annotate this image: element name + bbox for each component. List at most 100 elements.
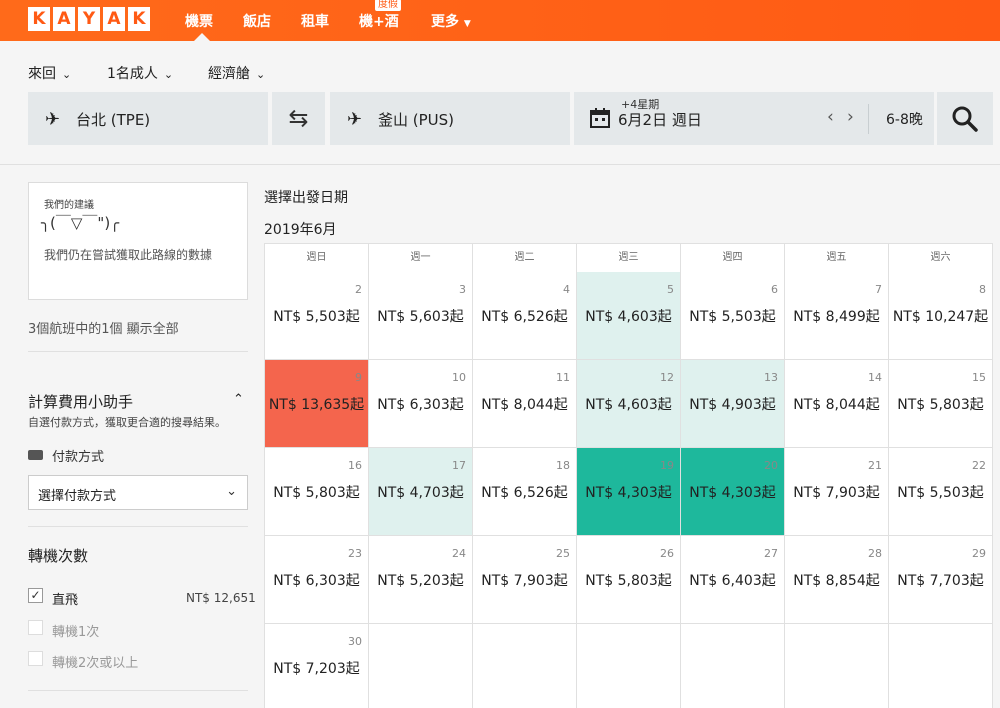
destination-value: 釜山 (PUS) xyxy=(378,111,455,129)
calendar-day-cell[interactable]: 27 NT$ 6,403起 xyxy=(681,536,785,624)
day-number: 9 xyxy=(355,371,362,384)
calendar-day-cell[interactable]: 7 NT$ 8,499起 xyxy=(785,272,889,360)
weekday-header: 週日 週一 週二 週三 週四 週五 週六 xyxy=(264,243,993,273)
calendar-day-cell[interactable]: 26 NT$ 5,803起 xyxy=(577,536,681,624)
calendar-day-cell[interactable]: 17 NT$ 4,703起 xyxy=(369,448,473,536)
travelers-dropdown[interactable]: 1名成人 ⌄ xyxy=(107,63,173,83)
calendar-day-cell[interactable]: 19 NT$ 4,303起 xyxy=(577,448,681,536)
day-number: 26 xyxy=(660,547,674,560)
day-price: NT$ 6,526起 xyxy=(481,485,568,501)
swap-icon[interactable]: ⇆ xyxy=(272,92,325,145)
calendar-day-cell[interactable]: 5 NT$ 4,603起 xyxy=(577,272,681,360)
weekday-label: 週四 xyxy=(681,243,785,273)
calendar-day-cell[interactable]: 6 NT$ 5,503起 xyxy=(681,272,785,360)
trip-type-dropdown[interactable]: 來回 ⌄ xyxy=(28,63,71,83)
day-price: NT$ 4,303起 xyxy=(585,485,672,501)
nav-more[interactable]: 更多 ▼ xyxy=(431,11,471,31)
tip-message: 我們仍在嘗試獲取此路線的數據 xyxy=(44,248,213,262)
calendar-day-cell[interactable]: 18 NT$ 6,526起 xyxy=(473,448,577,536)
divider xyxy=(28,526,248,527)
calendar-day-cell[interactable]: 30 NT$ 7,203起 xyxy=(265,624,369,708)
date-field[interactable]: +4星期 6月2日 週日 ‹ › 6-8晚 xyxy=(574,92,934,145)
show-all-link[interactable]: 3個航班中的1個 顯示全部 xyxy=(28,318,179,337)
chevron-up-icon[interactable]: ⌃ xyxy=(233,392,244,407)
stops-one-checkbox[interactable] xyxy=(28,620,43,635)
day-number: 7 xyxy=(875,283,882,296)
calendar-day-cell[interactable]: 14 NT$ 8,044起 xyxy=(785,360,889,448)
calendar-day-cell[interactable]: 3 NT$ 5,603起 xyxy=(369,272,473,360)
day-price: NT$ 5,603起 xyxy=(377,309,464,325)
calendar-day-cell[interactable]: 29 NT$ 7,703起 xyxy=(889,536,993,624)
trip-type-label: 來回 xyxy=(28,66,56,82)
weekday-label: 週二 xyxy=(473,243,577,273)
stops-nonstop-checkbox[interactable]: ✓ xyxy=(28,588,43,603)
calendar-day-cell[interactable]: 25 NT$ 7,903起 xyxy=(473,536,577,624)
calendar-day-cell[interactable]: 2 NT$ 5,503起 xyxy=(265,272,369,360)
day-price: NT$ 7,903起 xyxy=(481,573,568,589)
kayak-logo[interactable]: K A Y A K xyxy=(28,7,150,31)
weekday-label: 週一 xyxy=(369,243,473,273)
day-price: NT$ 4,903起 xyxy=(689,397,776,413)
nav-flights[interactable]: 機票 xyxy=(185,11,213,31)
day-price: NT$ 6,303起 xyxy=(273,573,360,589)
calendar-empty-cell xyxy=(785,624,889,708)
calendar-day-cell[interactable]: 28 NT$ 8,854起 xyxy=(785,536,889,624)
chevron-left-icon[interactable]: ‹ xyxy=(827,107,834,127)
plane-icon: ✈ xyxy=(45,109,61,130)
calendar-day-cell[interactable]: 21 NT$ 7,903起 xyxy=(785,448,889,536)
day-number: 5 xyxy=(667,283,674,296)
nav-more-label: 更多 xyxy=(431,14,459,30)
weekday-label: 週三 xyxy=(577,243,681,273)
nav-packages[interactable]: 機+酒 xyxy=(359,11,399,31)
calendar-day-cell[interactable]: 24 NT$ 5,203起 xyxy=(369,536,473,624)
calendar-empty-cell xyxy=(577,624,681,708)
day-price: NT$ 4,303起 xyxy=(689,485,776,501)
calendar-day-cell[interactable]: 16 NT$ 5,803起 xyxy=(265,448,369,536)
cabin-dropdown[interactable]: 經濟艙 ⌄ xyxy=(208,63,265,83)
calendar-day-cell[interactable]: 15 NT$ 5,803起 xyxy=(889,360,993,448)
day-price: NT$ 13,635起 xyxy=(268,397,365,413)
day-price: NT$ 5,203起 xyxy=(377,573,464,589)
calendar-empty-cell xyxy=(473,624,577,708)
stops-two-plus-checkbox[interactable] xyxy=(28,651,43,666)
day-number: 17 xyxy=(452,459,466,472)
calendar-day-cell[interactable]: 10 NT$ 6,303起 xyxy=(369,360,473,448)
calendar-day-cell[interactable]: 23 NT$ 6,303起 xyxy=(265,536,369,624)
nights-value[interactable]: 6-8晚 xyxy=(886,109,923,129)
day-price: NT$ 5,803起 xyxy=(897,397,984,413)
chevron-right-icon[interactable]: › xyxy=(847,107,854,127)
nav-cars[interactable]: 租車 xyxy=(301,11,329,31)
payment-select[interactable]: 選擇付款方式 ⌄ xyxy=(28,475,248,510)
stops-nonstop-price: NT$ 12,651 xyxy=(186,591,256,605)
calendar-empty-cell xyxy=(889,624,993,708)
day-number: 14 xyxy=(868,371,882,384)
check-icon: ✓ xyxy=(30,588,41,602)
day-price: NT$ 4,603起 xyxy=(585,309,672,325)
day-price: NT$ 6,526起 xyxy=(481,309,568,325)
day-number: 8 xyxy=(979,283,986,296)
stops-two-plus-label: 轉機2次或以上 xyxy=(52,656,139,671)
logo-letter: A xyxy=(53,7,75,31)
calendar-day-cell[interactable]: 12 NT$ 4,603起 xyxy=(577,360,681,448)
origin-field[interactable]: ✈ 台北 (TPE) xyxy=(28,92,268,145)
calendar-day-cell[interactable]: 8 NT$ 10,247起 xyxy=(889,272,993,360)
destination-field[interactable]: ✈ 釜山 (PUS) xyxy=(330,92,570,145)
day-number: 3 xyxy=(459,283,466,296)
calendar-day-cell[interactable]: 13 NT$ 4,903起 xyxy=(681,360,785,448)
day-number: 28 xyxy=(868,547,882,560)
calendar-day-cell[interactable]: 22 NT$ 5,503起 xyxy=(889,448,993,536)
day-number: 12 xyxy=(660,371,674,384)
chevron-down-icon: ⌄ xyxy=(62,68,72,81)
calendar-grid: 2 NT$ 5,503起 3 NT$ 5,603起 4 NT$ 6,526起 5 NT$ 4,… xyxy=(264,272,993,708)
day-price: NT$ 5,803起 xyxy=(273,485,360,501)
day-number: 20 xyxy=(764,459,778,472)
calendar-day-cell[interactable]: 20 NT$ 4,303起 xyxy=(681,448,785,536)
search-button[interactable] xyxy=(937,92,993,145)
nav-hotels[interactable]: 飯店 xyxy=(243,11,271,31)
calendar-day-cell[interactable]: 4 NT$ 6,526起 xyxy=(473,272,577,360)
calendar-day-cell[interactable]: 11 NT$ 8,044起 xyxy=(473,360,577,448)
date-value: 6月2日 週日 xyxy=(618,111,702,129)
stops-one-label: 轉機1次 xyxy=(52,625,100,640)
day-number: 2 xyxy=(355,283,362,296)
calendar-day-cell[interactable]: 9 NT$ 13,635起 xyxy=(265,360,369,448)
